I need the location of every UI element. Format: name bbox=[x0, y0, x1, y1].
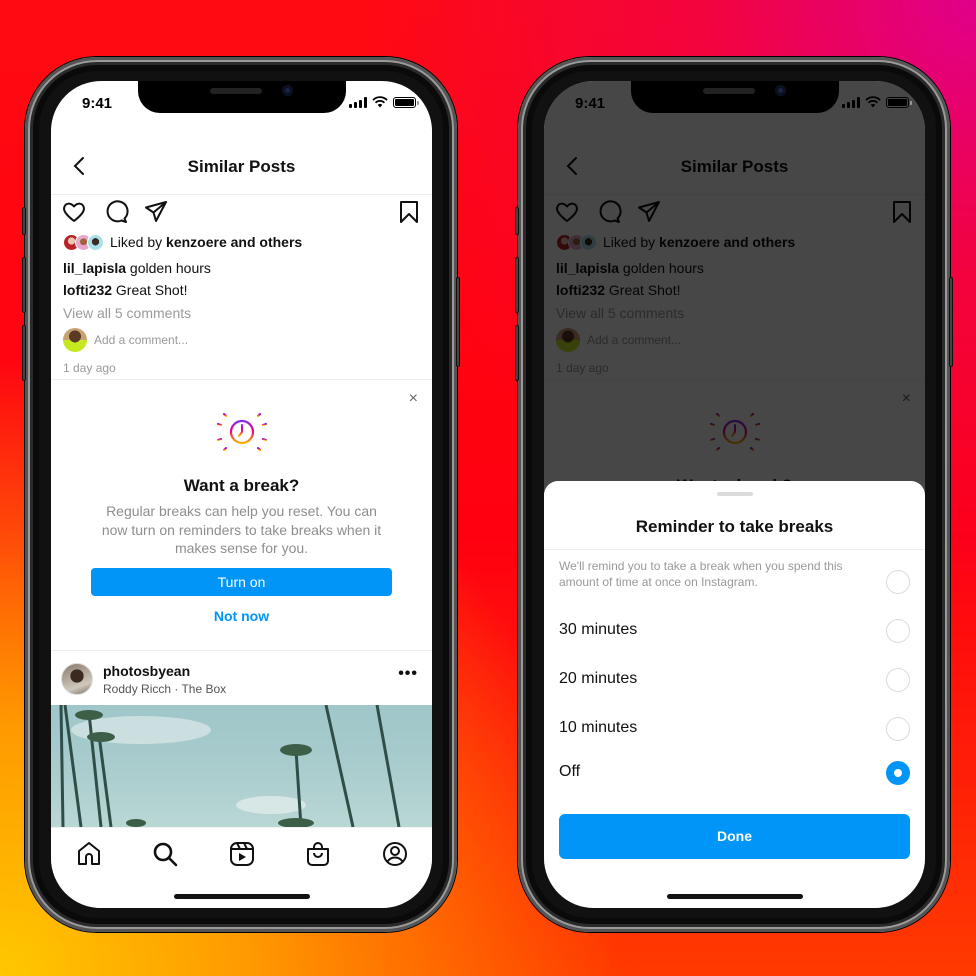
option-10-minutes[interactable]: 10 minutes bbox=[544, 709, 925, 749]
break-card-body: Regular breaks can help you reset. You c… bbox=[101, 503, 382, 556]
divider bbox=[544, 549, 925, 550]
option-30-minutes[interactable]: 30 minutes bbox=[544, 611, 925, 651]
silent-switch bbox=[515, 207, 519, 235]
wifi-icon bbox=[372, 96, 388, 108]
post-audio[interactable]: Roddy Ricch · The Box bbox=[103, 682, 226, 696]
heart-icon[interactable] bbox=[61, 199, 87, 225]
liked-by-user[interactable]: kenzoere bbox=[166, 234, 227, 250]
liked-by-prefix: Liked by bbox=[110, 234, 167, 250]
post-actions bbox=[51, 195, 432, 229]
notch bbox=[137, 81, 346, 113]
power-button bbox=[949, 277, 953, 367]
left-phone-frame: 9:41 Similar Posts Liked by kenzoere and… bbox=[22, 57, 460, 932]
shop-icon[interactable] bbox=[304, 840, 332, 868]
signal-icon bbox=[349, 96, 367, 108]
status-time: 9:41 bbox=[82, 95, 113, 112]
home-icon[interactable] bbox=[75, 840, 103, 868]
add-comment-input[interactable]: Add a comment... bbox=[94, 333, 188, 347]
comment: lofti232 Great Shot! bbox=[63, 279, 420, 301]
option-label: 20 minutes bbox=[559, 670, 638, 687]
close-icon[interactable]: × bbox=[409, 390, 418, 408]
share-icon[interactable] bbox=[143, 199, 169, 225]
status-time: 9:41 bbox=[575, 95, 606, 112]
right-screen: 9:41 Similar Posts bbox=[544, 81, 925, 908]
break-clock-icon bbox=[214, 404, 269, 460]
page-header: Similar Posts bbox=[51, 149, 432, 195]
sheet-grabber[interactable] bbox=[716, 492, 753, 496]
search-icon[interactable] bbox=[151, 840, 179, 868]
radio-20-minutes[interactable] bbox=[886, 668, 910, 692]
notch bbox=[630, 81, 839, 113]
profile-icon[interactable] bbox=[381, 840, 409, 868]
volume-down-button bbox=[515, 325, 519, 381]
radio-off-selected[interactable] bbox=[886, 761, 910, 785]
sheet-description: We'll remind you to take a break when yo… bbox=[559, 559, 843, 589]
option-label: 10 minutes bbox=[559, 719, 638, 736]
break-card-title: Want a break? bbox=[183, 476, 300, 495]
post-timestamp: 1 day ago bbox=[63, 361, 116, 375]
add-comment-row[interactable]: Add a comment... bbox=[63, 327, 420, 353]
caption-username[interactable]: lil_lapisla bbox=[63, 260, 126, 276]
post-author-username[interactable]: photosbyean bbox=[103, 663, 190, 679]
home-indicator bbox=[173, 894, 310, 899]
liked-by[interactable]: Liked by kenzoere and others bbox=[63, 231, 420, 253]
silent-switch bbox=[22, 207, 26, 235]
power-button bbox=[456, 277, 460, 367]
sheet-title: Reminder to take breaks bbox=[635, 517, 834, 536]
palm-trees-image bbox=[59, 705, 401, 827]
turn-on-button[interactable]: Turn on bbox=[91, 568, 392, 596]
volume-up-button bbox=[22, 257, 26, 313]
comment-text: Great Shot! bbox=[112, 282, 188, 298]
bookmark-icon[interactable] bbox=[396, 199, 422, 225]
post-author-avatar[interactable] bbox=[61, 663, 93, 695]
reels-icon[interactable] bbox=[228, 840, 256, 868]
battery-icon bbox=[886, 96, 912, 108]
done-button[interactable]: Done bbox=[559, 814, 910, 859]
liked-by-suffix: and others bbox=[226, 234, 303, 250]
wifi-icon bbox=[865, 96, 881, 108]
take-a-break-card: × Want a break? Regular breaks can help … bbox=[51, 379, 432, 651]
signal-icon bbox=[842, 96, 860, 108]
not-now-button[interactable]: Not now bbox=[51, 608, 432, 624]
home-indicator bbox=[666, 894, 803, 899]
caption: lil_lapisla golden hours bbox=[63, 257, 420, 279]
user-avatar bbox=[63, 328, 87, 352]
description-radio[interactable] bbox=[886, 570, 910, 594]
option-label: Off bbox=[559, 763, 581, 780]
post-photo[interactable] bbox=[51, 705, 432, 827]
more-options-icon[interactable]: ••• bbox=[398, 665, 418, 683]
volume-down-button bbox=[22, 325, 26, 381]
comment-username[interactable]: lofti232 bbox=[63, 282, 112, 298]
reminder-bottom-sheet: Reminder to take breaks We'll remind you… bbox=[544, 481, 925, 908]
liker-avatars bbox=[63, 233, 104, 251]
radio-30-minutes[interactable] bbox=[886, 619, 910, 643]
right-phone-frame: 9:41 Similar Posts bbox=[515, 57, 953, 932]
option-label: 30 minutes bbox=[559, 621, 638, 638]
volume-up-button bbox=[515, 257, 519, 313]
next-post: photosbyean Roddy Ricch · The Box ••• bbox=[51, 653, 432, 827]
page-title: Similar Posts bbox=[187, 157, 296, 176]
option-off[interactable]: Off bbox=[544, 753, 925, 793]
radio-10-minutes[interactable] bbox=[886, 717, 910, 741]
caption-text: golden hours bbox=[126, 260, 211, 276]
view-all-comments-link[interactable]: View all 5 comments bbox=[63, 305, 420, 321]
comment-icon[interactable] bbox=[103, 199, 129, 225]
battery-icon bbox=[393, 96, 419, 108]
option-20-minutes[interactable]: 20 minutes bbox=[544, 660, 925, 700]
left-screen: 9:41 Similar Posts Liked by kenzoere and… bbox=[51, 81, 432, 908]
post-meta: Liked by kenzoere and others lil_lapisla… bbox=[63, 231, 420, 375]
